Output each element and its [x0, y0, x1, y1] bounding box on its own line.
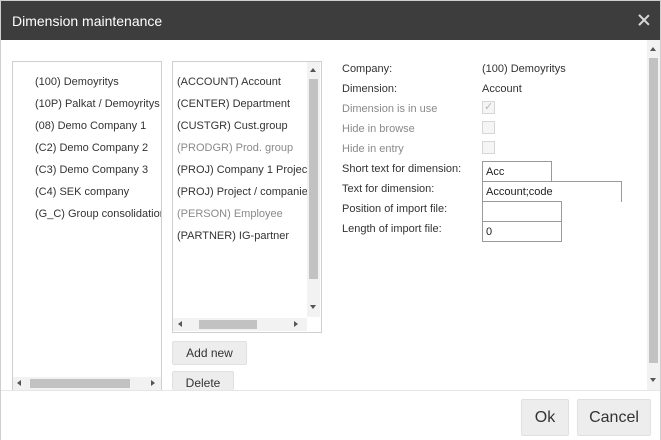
dialog-title: Dimension maintenance: [12, 13, 163, 29]
company-list-item[interactable]: (100) Demoyritys: [35, 73, 119, 91]
dimension-list-item[interactable]: (CENTER) Department: [177, 95, 290, 113]
close-icon[interactable]: [638, 14, 650, 26]
dialog-vscrollbar[interactable]: [647, 40, 660, 390]
dimension-list-item[interactable]: (PERSON) Employee: [177, 205, 283, 223]
dimension-value: Account: [482, 83, 522, 95]
scroll-thumb[interactable]: [199, 320, 257, 329]
dimension-list-item[interactable]: (PROJ) Project / companies: [177, 183, 313, 201]
scroll-left-arrow-icon[interactable]: [17, 380, 21, 386]
company-list-hscrollbar[interactable]: [13, 377, 161, 390]
hide-in-entry-label: Hide in entry: [342, 143, 404, 155]
import-position-label: Position of import file:: [342, 203, 448, 215]
company-label: Company:: [342, 63, 393, 75]
company-list-item[interactable]: (08) Demo Company 1: [35, 117, 146, 135]
company-list-item[interactable]: (10P) Palkat / Demoyritys: [35, 95, 160, 113]
dimension-list[interactable]: (ACCOUNT) Account (CENTER) Department (C…: [172, 61, 322, 333]
dimension-maintenance-dialog: Dimension maintenance (100) Demoyritys (…: [0, 0, 661, 440]
dialog-footer: Ok Cancel: [1, 390, 660, 440]
company-list-item[interactable]: (G_C) Group consolidation: [35, 205, 161, 223]
scroll-right-arrow-icon[interactable]: [151, 380, 155, 386]
scroll-down-arrow-icon[interactable]: [310, 305, 316, 309]
company-list-item[interactable]: (C4) SEK company: [35, 183, 129, 201]
company-list-item[interactable]: (C3) Demo Company 3: [35, 161, 148, 179]
dimension-list-item[interactable]: (PROJ) Company 1 Projects: [177, 161, 316, 179]
scroll-up-arrow-icon[interactable]: [310, 68, 316, 72]
import-position-input[interactable]: [482, 201, 562, 222]
dimension-list-vscrollbar[interactable]: [307, 62, 320, 317]
company-value: (100) Demoyritys: [482, 63, 566, 75]
title-bar: Dimension maintenance: [1, 1, 660, 40]
short-text-label: Short text for dimension:: [342, 163, 462, 175]
dimension-in-use-label: Dimension is in use: [342, 103, 438, 115]
import-length-input[interactable]: 0: [482, 221, 562, 242]
short-text-input[interactable]: Acc: [482, 161, 552, 182]
dimension-list-item[interactable]: (PRODGR) Prod. group: [177, 139, 293, 157]
import-length-label: Length of import file:: [342, 223, 442, 235]
dimension-list-item[interactable]: (PARTNER) IG-partner: [177, 227, 289, 245]
delete-button[interactable]: Delete: [172, 371, 234, 390]
text-label: Text for dimension:: [342, 183, 435, 195]
scroll-up-arrow-icon[interactable]: [650, 47, 656, 51]
text-input[interactable]: Account;code: [482, 181, 622, 202]
scroll-left-arrow-icon[interactable]: [178, 321, 182, 327]
company-list-item[interactable]: (C2) Demo Company 2: [35, 139, 148, 157]
hide-in-browse-checkbox[interactable]: [482, 121, 495, 134]
scroll-down-arrow-icon[interactable]: [650, 378, 656, 382]
dimension-list-item[interactable]: (CUSTGR) Cust.group: [177, 117, 288, 135]
ok-button[interactable]: Ok: [521, 399, 569, 436]
hide-in-browse-label: Hide in browse: [342, 123, 415, 135]
add-new-button[interactable]: Add new: [172, 341, 247, 365]
scroll-thumb[interactable]: [30, 379, 130, 388]
cancel-button[interactable]: Cancel: [577, 399, 651, 436]
company-list[interactable]: (100) Demoyritys (10P) Palkat / Demoyrit…: [12, 61, 162, 391]
scroll-right-arrow-icon[interactable]: [294, 321, 298, 327]
scroll-thumb[interactable]: [309, 79, 318, 279]
dimension-in-use-checkbox[interactable]: [482, 100, 495, 114]
hide-in-entry-checkbox[interactable]: [482, 141, 495, 154]
dimension-list-hscrollbar[interactable]: [173, 318, 307, 331]
scroll-thumb[interactable]: [649, 58, 658, 363]
dimension-list-item[interactable]: (ACCOUNT) Account: [177, 73, 281, 91]
dimension-label: Dimension:: [342, 83, 398, 95]
